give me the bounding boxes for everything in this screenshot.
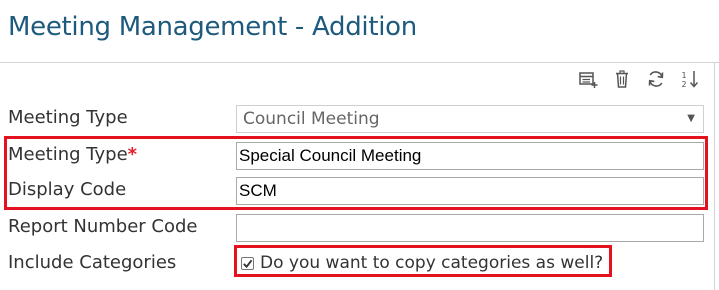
meeting-type-select[interactable]: Council Meeting ▼ — [236, 105, 704, 133]
delete-icon[interactable] — [611, 68, 633, 90]
svg-text:2: 2 — [682, 80, 687, 89]
meeting-type-name-row: Meeting Type* — [8, 140, 708, 170]
panel-border — [714, 62, 715, 290]
meeting-type-select-label: Meeting Type — [8, 107, 128, 128]
header-divider — [0, 62, 719, 63]
report-number-code-label: Report Number Code — [8, 216, 198, 237]
meeting-type-select-row: Meeting Type Council Meeting ▼ — [8, 103, 708, 133]
display-code-input[interactable] — [236, 177, 704, 205]
include-categories-control-row: Do you want to copy categories as well? — [8, 248, 708, 278]
toolbar: 12 — [577, 68, 701, 90]
meeting-type-name-label: Meeting Type* — [8, 144, 138, 165]
required-marker: * — [127, 144, 138, 165]
meeting-type-select-value: Council Meeting — [243, 109, 380, 129]
chevron-down-icon: ▼ — [687, 113, 695, 124]
display-code-row: Display Code — [8, 175, 708, 205]
include-categories-checkbox-wrap[interactable]: Do you want to copy categories as well? — [241, 251, 603, 275]
add-record-icon[interactable] — [577, 68, 599, 90]
include-categories-checkbox-label: Do you want to copy categories as well? — [260, 253, 604, 273]
page-title: Meeting Management - Addition — [8, 12, 417, 42]
meeting-type-name-input[interactable] — [236, 142, 704, 170]
report-number-code-input[interactable] — [236, 214, 704, 242]
include-categories-checkbox[interactable] — [241, 256, 254, 270]
display-code-label: Display Code — [8, 179, 127, 200]
refresh-icon[interactable] — [645, 68, 667, 90]
svg-text:1: 1 — [682, 71, 687, 80]
sort-icon[interactable]: 12 — [679, 68, 701, 90]
report-number-code-row: Report Number Code — [8, 212, 708, 242]
